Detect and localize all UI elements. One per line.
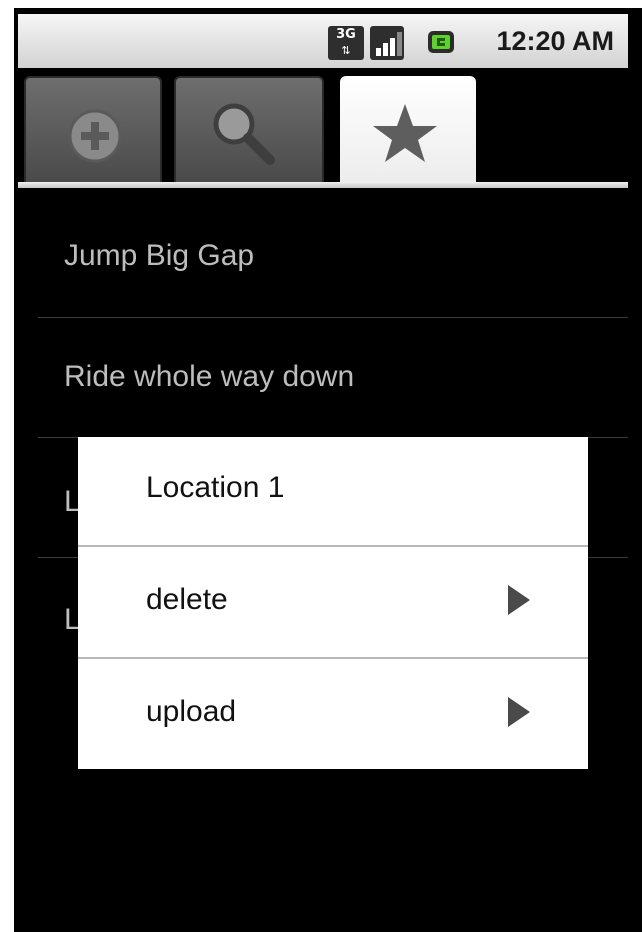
- menu-item-label: upload: [146, 695, 237, 728]
- tab-add[interactable]: [24, 76, 162, 184]
- list-item-label: Ride whole way down: [64, 360, 355, 393]
- status-time: 12:20 AM: [496, 26, 614, 56]
- submenu-arrow-icon: [508, 697, 530, 727]
- tab-search[interactable]: [174, 76, 324, 184]
- list-item-label: Jump Big Gap: [64, 239, 255, 272]
- data-arrows-icon: ⇅: [341, 44, 351, 57]
- context-menu: Location 1 delete upload: [78, 437, 588, 769]
- signal-strength-icon: [370, 26, 404, 60]
- tab-baseline: [18, 182, 628, 188]
- network-type-label: 3G: [336, 27, 356, 42]
- battery-icon: [428, 31, 454, 53]
- tab-bar: [18, 68, 628, 188]
- menu-item-delete[interactable]: delete: [78, 547, 588, 657]
- context-menu-title: Location 1: [146, 471, 285, 504]
- add-icon: [68, 109, 122, 163]
- status-bar: 3G ⇅ 12:20 AM: [18, 14, 628, 68]
- search-icon: [213, 103, 275, 165]
- star-icon: [373, 104, 437, 162]
- menu-item-label: delete: [146, 583, 228, 616]
- network-3g-icon: 3G ⇅: [328, 26, 364, 60]
- submenu-arrow-icon: [508, 585, 530, 615]
- menu-item-upload[interactable]: upload: [78, 659, 588, 769]
- tab-favorites[interactable]: [340, 76, 476, 186]
- list-item[interactable]: Jump Big Gap: [18, 197, 628, 317]
- list-item[interactable]: Ride whole way down: [18, 318, 628, 438]
- context-menu-header: Location 1: [78, 437, 588, 545]
